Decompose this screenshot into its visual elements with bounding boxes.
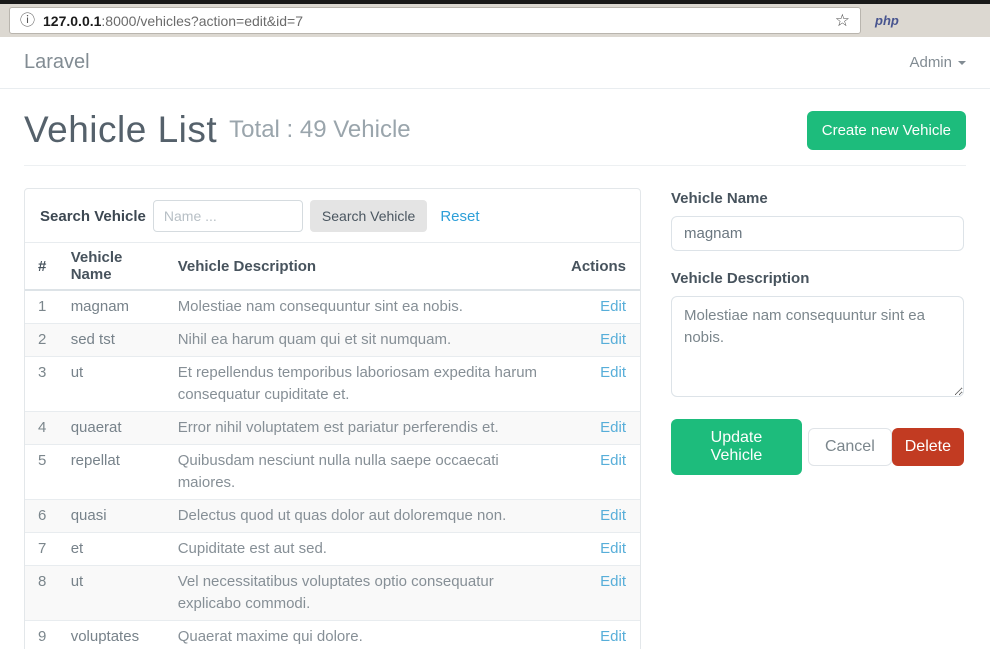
total-count-label: Total : 49 Vehicle [229,116,410,144]
bookmark-star-icon[interactable]: ☆ [835,12,850,29]
edit-vehicle-form: Vehicle Name Vehicle Description Molesti… [671,188,964,475]
vehicle-list-card: Search Vehicle Search Vehicle Reset # Ve… [24,188,641,649]
vehicle-table: # Vehicle Name Vehicle Description Actio… [25,242,640,649]
php-extension-icon[interactable]: php [875,13,899,28]
row-number: 3 [25,357,63,412]
vehicle-name-cell: repellat [63,445,170,500]
edit-link[interactable]: Edit [600,507,626,524]
edit-link[interactable]: Edit [600,364,626,381]
edit-link[interactable]: Edit [600,298,626,315]
brand-laravel[interactable]: Laravel [24,51,90,74]
create-new-vehicle-button[interactable]: Create new Vehicle [807,111,966,150]
vehicle-description-cell: Nihil ea harum quam qui et sit numquam. [170,324,563,357]
delete-button[interactable]: Delete [892,428,964,466]
edit-link[interactable]: Edit [600,573,626,590]
vehicle-description-cell: Delectus quod ut quas dolor aut doloremq… [170,500,563,533]
app-navbar: Laravel Admin [0,37,990,89]
vehicle-description-field[interactable]: Molestiae nam consequuntur sint ea nobis… [671,296,964,397]
vehicle-description-cell: Quibusdam nesciunt nulla nulla saepe occ… [170,445,563,500]
address-bar[interactable]: ⓘ 127.0.0.1:8000/vehicles?action=edit&id… [9,7,861,34]
row-number: 4 [25,412,63,445]
vehicle-description-label: Vehicle Description [671,270,964,287]
vehicle-description-cell: Et repellendus temporibus laboriosam exp… [170,357,563,412]
search-bar: Search Vehicle Search Vehicle Reset [25,189,640,242]
admin-dropdown-label: Admin [909,54,952,71]
page-info-icon[interactable]: ⓘ [20,13,35,28]
vehicle-name-cell: et [63,533,170,566]
url-host: 127.0.0.1 [43,13,101,29]
vehicle-description-cell: Quaerat maxime qui dolore. [170,621,563,649]
browser-toolbar: ⓘ 127.0.0.1:8000/vehicles?action=edit&id… [0,4,990,37]
row-number: 8 [25,566,63,621]
url-path: :8000/vehicles?action=edit&id=7 [101,13,303,29]
vehicle-name-cell: quaerat [63,412,170,445]
search-vehicle-button[interactable]: Search Vehicle [310,200,427,232]
vehicle-name-cell: ut [63,357,170,412]
vehicle-name-cell: quasi [63,500,170,533]
table-header-row: # Vehicle Name Vehicle Description Actio… [25,243,640,291]
edit-link[interactable]: Edit [600,628,626,645]
table-row: 7 et Cupiditate est aut sed. Edit [25,533,640,566]
row-number: 7 [25,533,63,566]
vehicle-name-cell: magnam [63,290,170,324]
main-content: Vehicle List Total : 49 Vehicle Create n… [0,109,990,649]
col-header-description: Vehicle Description [170,243,563,291]
row-number: 1 [25,290,63,324]
vehicle-name-cell: voluptates [63,621,170,649]
col-header-number: # [25,243,63,291]
table-row: 5 repellat Quibusdam nesciunt nulla null… [25,445,640,500]
form-buttons: Update Vehicle Cancel Delete [671,419,964,475]
vehicle-description-cell: Cupiditate est aut sed. [170,533,563,566]
table-row: 8 ut Vel necessitatibus voluptates optio… [25,566,640,621]
admin-dropdown[interactable]: Admin [909,54,966,71]
cancel-button[interactable]: Cancel [808,428,892,466]
col-header-actions: Actions [563,243,640,291]
edit-link[interactable]: Edit [600,419,626,436]
row-number: 5 [25,445,63,500]
update-vehicle-button[interactable]: Update Vehicle [671,419,802,475]
edit-link[interactable]: Edit [600,452,626,469]
url-text: 127.0.0.1:8000/vehicles?action=edit&id=7 [43,13,303,29]
vehicle-name-label: Vehicle Name [671,190,964,207]
row-number: 6 [25,500,63,533]
browser-chrome: ⓘ 127.0.0.1:8000/vehicles?action=edit&id… [0,0,990,37]
search-input[interactable] [153,200,303,232]
table-row: 9 voluptates Quaerat maxime qui dolore. … [25,621,640,649]
edit-link[interactable]: Edit [600,540,626,557]
col-header-name: Vehicle Name [63,243,170,291]
header-divider [24,165,966,166]
page-title: Vehicle List [24,109,217,151]
row-number: 9 [25,621,63,649]
table-row: 6 quasi Delectus quod ut quas dolor aut … [25,500,640,533]
table-row: 3 ut Et repellendus temporibus laboriosa… [25,357,640,412]
vehicle-description-cell: Error nihil voluptatem est pariatur perf… [170,412,563,445]
table-row: 1 magnam Molestiae nam consequuntur sint… [25,290,640,324]
table-row: 2 sed tst Nihil ea harum quam qui et sit… [25,324,640,357]
edit-link[interactable]: Edit [600,331,626,348]
vehicle-description-cell: Molestiae nam consequuntur sint ea nobis… [170,290,563,324]
table-row: 4 quaerat Error nihil voluptatem est par… [25,412,640,445]
search-label: Search Vehicle [40,208,146,225]
vehicle-name-cell: sed tst [63,324,170,357]
chevron-down-icon [958,61,966,65]
vehicle-name-field[interactable] [671,216,964,251]
vehicle-name-cell: ut [63,566,170,621]
reset-link[interactable]: Reset [440,208,479,225]
page-header: Vehicle List Total : 49 Vehicle Create n… [24,109,966,151]
vehicle-description-cell: Vel necessitatibus voluptates optio cons… [170,566,563,621]
row-number: 2 [25,324,63,357]
